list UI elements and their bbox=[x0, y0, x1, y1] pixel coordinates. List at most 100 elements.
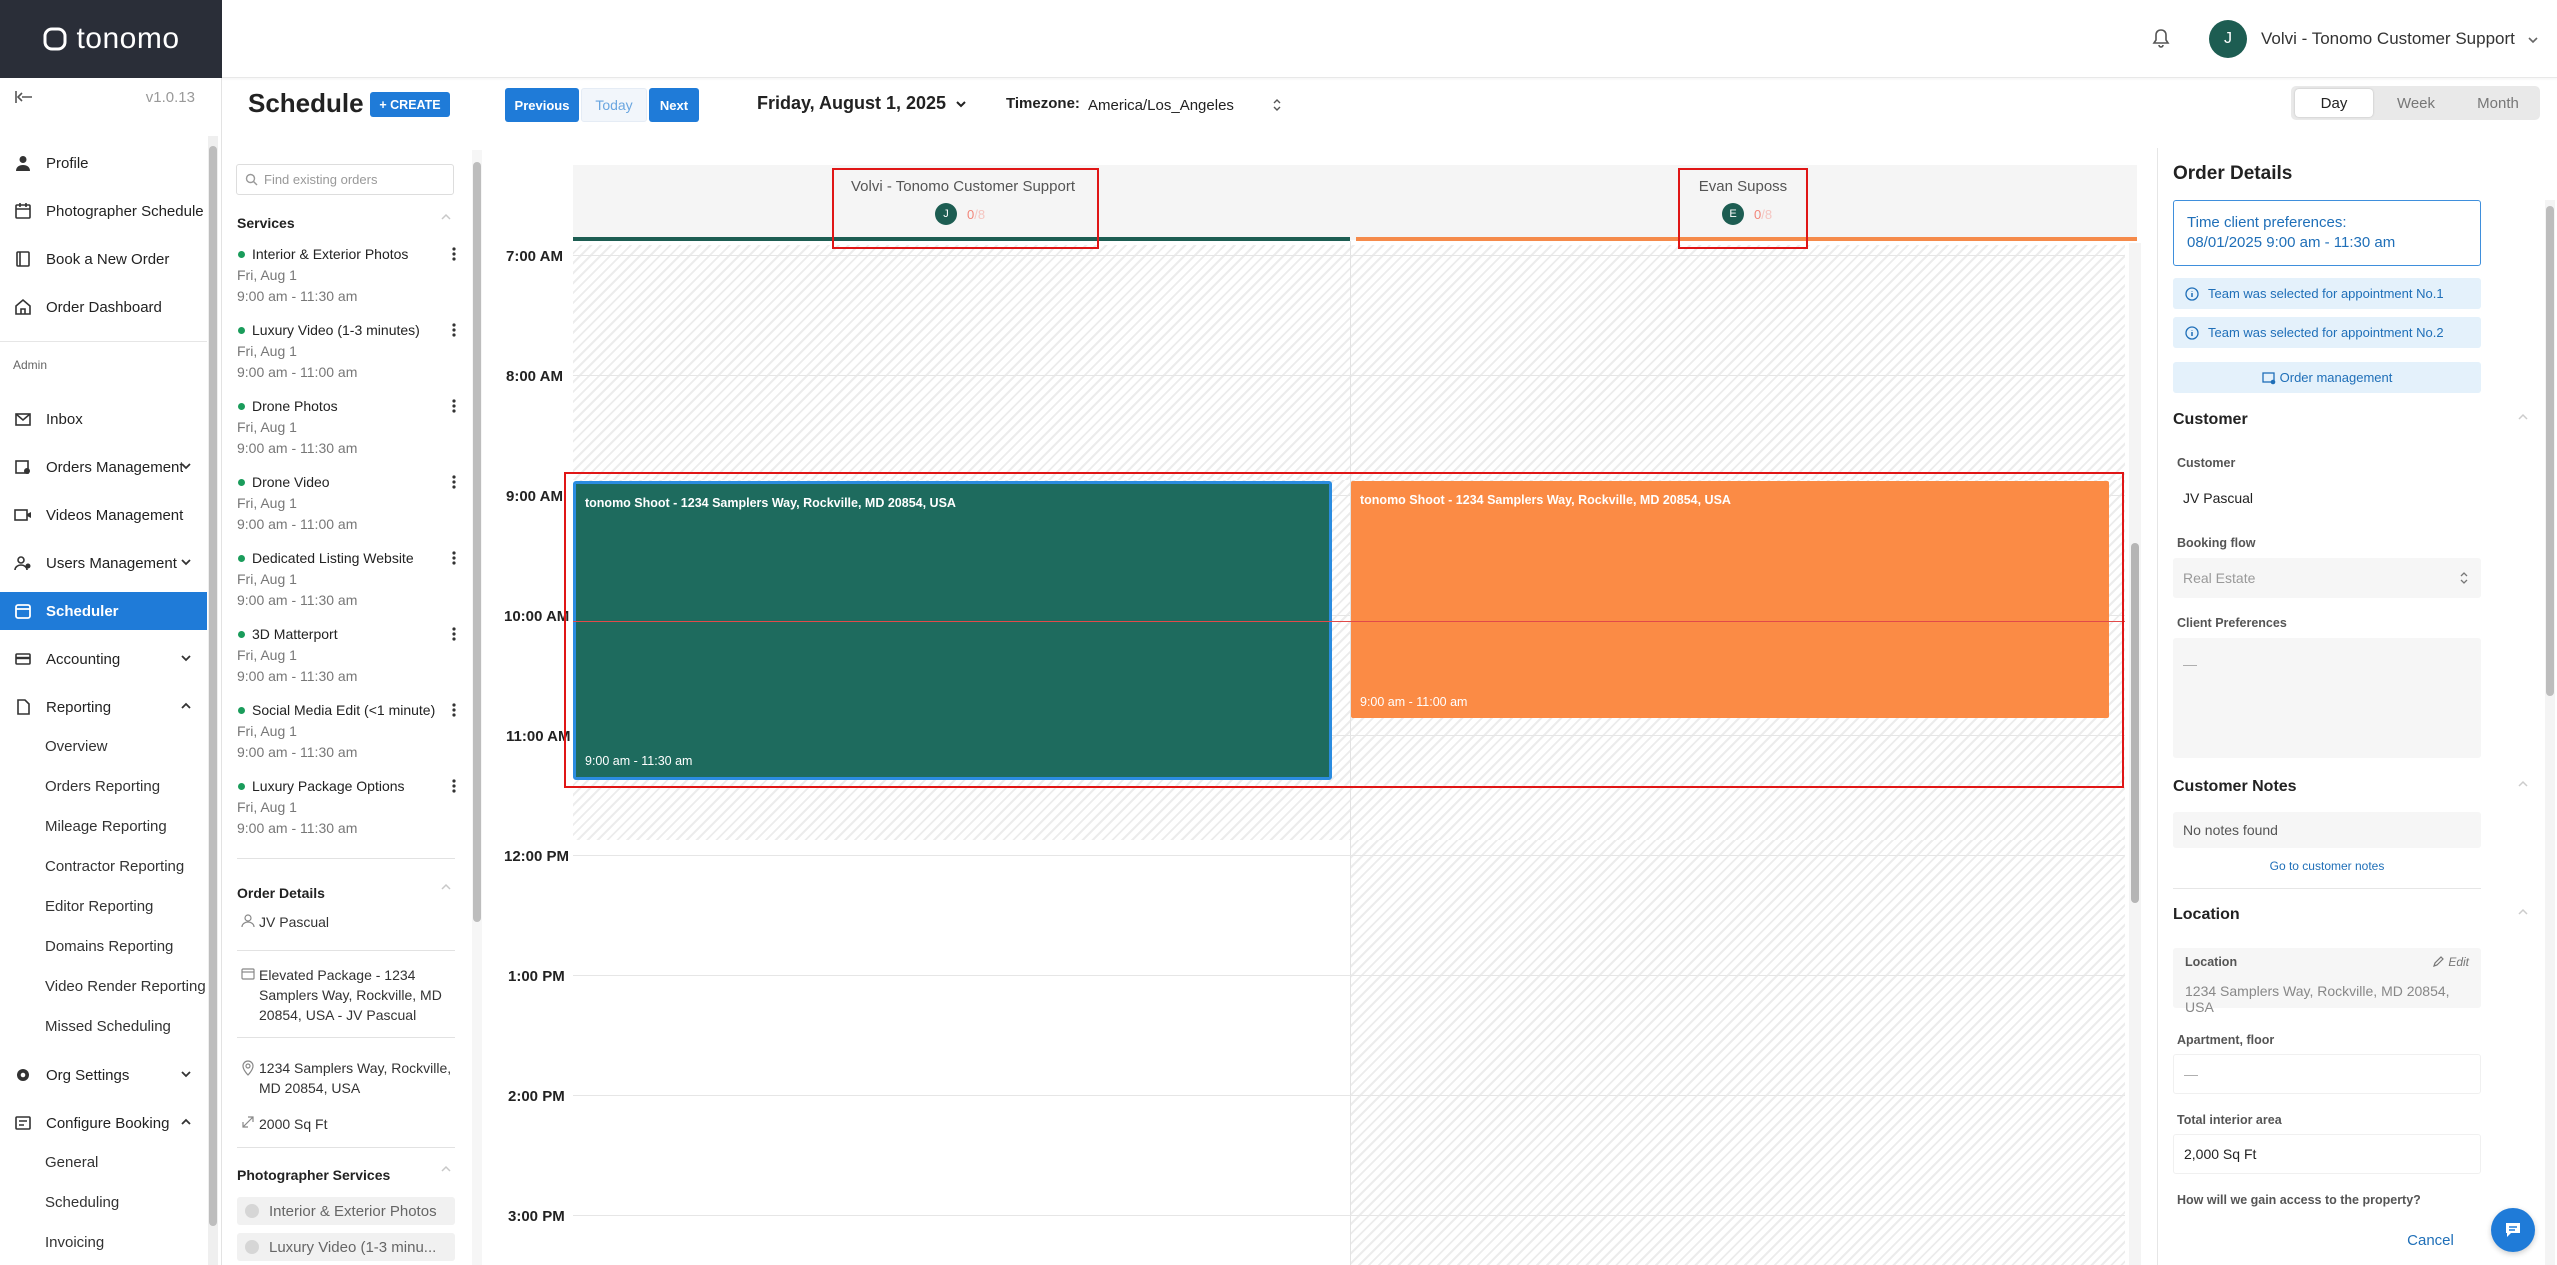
service-item[interactable]: Luxury Package Options Fri, Aug 1 9:00 a… bbox=[237, 778, 457, 836]
next-button[interactable]: Next bbox=[649, 88, 699, 122]
nav-orders-management[interactable]: Orders Management bbox=[0, 448, 207, 486]
chevron-down-icon[interactable] bbox=[179, 651, 193, 665]
chevron-up-icon[interactable] bbox=[179, 699, 193, 713]
chevron-up-icon[interactable] bbox=[440, 1163, 452, 1175]
timezone-select[interactable]: America/Los_Angeles bbox=[1083, 88, 1293, 122]
sidebar-scrollbar[interactable] bbox=[208, 136, 218, 1265]
edit-location-button[interactable]: Edit bbox=[2432, 955, 2469, 969]
view-day-button[interactable]: Day bbox=[2295, 89, 2373, 117]
location-field[interactable]: Location Edit 1234 Samplers Way, Rockvil… bbox=[2173, 948, 2481, 1015]
collapse-sidebar-icon[interactable] bbox=[14, 89, 34, 105]
photographer-service-item[interactable]: Interior & Exterior Photos bbox=[237, 1197, 455, 1225]
more-vertical-icon[interactable] bbox=[451, 626, 457, 642]
nav-sub-editor-reporting[interactable]: Editor Reporting bbox=[45, 898, 153, 915]
chevron-up-icon[interactable] bbox=[2517, 411, 2529, 423]
video-icon bbox=[14, 509, 31, 521]
nav-sub-general[interactable]: General bbox=[45, 1154, 98, 1171]
view-week-button[interactable]: Week bbox=[2377, 89, 2455, 117]
more-vertical-icon[interactable] bbox=[451, 398, 457, 414]
date-picker[interactable]: Friday, August 1, 2025 bbox=[757, 93, 968, 114]
service-item[interactable]: Drone Photos Fri, Aug 1 9:00 am - 11:30 … bbox=[237, 398, 457, 456]
nav-sub-overview[interactable]: Overview bbox=[45, 738, 108, 755]
more-vertical-icon[interactable] bbox=[451, 778, 457, 794]
service-item[interactable]: Drone Video Fri, Aug 1 9:00 am - 11:00 a… bbox=[237, 474, 457, 532]
info-text: Team was selected for appointment No.1 bbox=[2208, 286, 2444, 301]
chevron-down-icon[interactable] bbox=[2526, 33, 2540, 47]
client-preferences-textarea[interactable]: — bbox=[2173, 638, 2481, 758]
nav-sub-mileage-reporting[interactable]: Mileage Reporting bbox=[45, 818, 167, 835]
cancel-button[interactable]: Cancel bbox=[2403, 1225, 2458, 1255]
chevron-up-icon[interactable] bbox=[179, 1115, 193, 1129]
service-time: 9:00 am - 11:30 am bbox=[237, 288, 358, 304]
nav-accounting[interactable]: Accounting bbox=[0, 640, 207, 678]
nav-sub-contractor-reporting[interactable]: Contractor Reporting bbox=[45, 858, 184, 875]
timezone-value: America/Los_Angeles bbox=[1088, 96, 1234, 114]
booking-flow-select[interactable]: Real Estate bbox=[2173, 558, 2481, 598]
services-scrollbar[interactable] bbox=[472, 150, 482, 1265]
view-month-button[interactable]: Month bbox=[2459, 89, 2537, 117]
nav-videos-management[interactable]: Videos Management bbox=[0, 496, 207, 534]
apartment-field[interactable]: — bbox=[2173, 1054, 2481, 1094]
toggle-switch[interactable] bbox=[245, 1240, 259, 1254]
chevron-down-icon[interactable] bbox=[179, 459, 193, 473]
calendar-scroll-thumb[interactable] bbox=[2131, 543, 2139, 903]
more-vertical-icon[interactable] bbox=[451, 474, 457, 490]
chevron-up-icon[interactable] bbox=[2517, 906, 2529, 918]
nav-sub-missed-scheduling[interactable]: Missed Scheduling bbox=[45, 1018, 171, 1035]
create-button[interactable]: + CREATE bbox=[370, 92, 450, 117]
panel-scroll-thumb[interactable] bbox=[2546, 206, 2554, 696]
interior-area-field[interactable]: 2,000 Sq Ft bbox=[2173, 1134, 2481, 1174]
service-item[interactable]: 3D Matterport Fri, Aug 1 9:00 am - 11:30… bbox=[237, 626, 457, 684]
current-date: Friday, August 1, 2025 bbox=[757, 93, 947, 113]
nav-book-new-order[interactable]: Book a New Order bbox=[0, 240, 207, 278]
nav-sub-scheduling[interactable]: Scheduling bbox=[45, 1194, 119, 1211]
more-vertical-icon[interactable] bbox=[451, 322, 457, 338]
nav-label: Inbox bbox=[46, 410, 83, 428]
nav-sub-video-render-reporting[interactable]: Video Render Reporting bbox=[45, 978, 206, 995]
configure-icon bbox=[15, 1116, 31, 1130]
services-scroll-thumb[interactable] bbox=[473, 162, 481, 922]
calendar-scrollbar[interactable] bbox=[2129, 243, 2141, 1265]
nav-scheduler[interactable]: Scheduler bbox=[0, 592, 207, 630]
chevron-down-icon[interactable] bbox=[179, 1067, 193, 1081]
chevron-up-icon[interactable] bbox=[440, 881, 452, 893]
service-item[interactable]: Luxury Video (1-3 minutes) Fri, Aug 1 9:… bbox=[237, 322, 457, 380]
previous-button[interactable]: Previous bbox=[505, 88, 579, 122]
nav-sub-domains-reporting[interactable]: Domains Reporting bbox=[45, 938, 173, 955]
more-vertical-icon[interactable] bbox=[451, 550, 457, 566]
order-management-button[interactable]: Order management bbox=[2173, 362, 2481, 393]
more-vertical-icon[interactable] bbox=[451, 702, 457, 718]
app-logo[interactable]: tonomo bbox=[0, 0, 222, 78]
search-orders-input[interactable]: Find existing orders bbox=[236, 164, 454, 195]
service-item[interactable]: Social Media Edit (<1 minute) Fri, Aug 1… bbox=[237, 702, 457, 760]
nav-users-management[interactable]: Users Management bbox=[0, 544, 207, 582]
nav-configure-booking[interactable]: Configure Booking bbox=[0, 1104, 207, 1142]
chevron-up-icon[interactable] bbox=[2517, 778, 2529, 790]
user-avatar[interactable]: J bbox=[2209, 20, 2247, 58]
nav-sub-orders-reporting[interactable]: Orders Reporting bbox=[45, 778, 160, 795]
nav-sub-invoicing[interactable]: Invoicing bbox=[45, 1234, 104, 1251]
photographer-service-item[interactable]: Luxury Video (1-3 minu... bbox=[237, 1233, 455, 1261]
panel-scrollbar[interactable] bbox=[2545, 200, 2555, 1265]
chat-button[interactable] bbox=[2491, 1208, 2535, 1252]
more-vertical-icon[interactable] bbox=[451, 246, 457, 262]
user-name[interactable]: Volvi - Tonomo Customer Support bbox=[2261, 29, 2515, 49]
sidebar-scroll-thumb[interactable] bbox=[209, 146, 217, 1226]
toggle-switch[interactable] bbox=[245, 1204, 259, 1218]
customer-notes-link[interactable]: Go to customer notes bbox=[2173, 859, 2481, 873]
chevron-down-icon[interactable] bbox=[179, 555, 193, 569]
service-item[interactable]: Dedicated Listing Website Fri, Aug 1 9:0… bbox=[237, 550, 457, 608]
nav-reporting[interactable]: Reporting bbox=[0, 688, 207, 726]
today-button[interactable]: Today bbox=[581, 88, 647, 122]
customer-field[interactable]: JV Pascual bbox=[2173, 478, 2481, 518]
service-name: Dedicated Listing Website bbox=[237, 550, 457, 566]
chevron-up-icon[interactable] bbox=[440, 211, 452, 223]
select-arrows-icon bbox=[2460, 572, 2468, 584]
nav-org-settings[interactable]: Org Settings bbox=[0, 1056, 207, 1094]
bell-icon[interactable] bbox=[2152, 28, 2170, 48]
nav-photographer-schedule[interactable]: Photographer Schedule bbox=[0, 192, 207, 230]
nav-profile[interactable]: Profile bbox=[0, 144, 207, 182]
service-item[interactable]: Interior & Exterior Photos Fri, Aug 1 9:… bbox=[237, 246, 457, 304]
nav-inbox[interactable]: Inbox bbox=[0, 400, 207, 438]
nav-order-dashboard[interactable]: Order Dashboard bbox=[0, 288, 207, 326]
